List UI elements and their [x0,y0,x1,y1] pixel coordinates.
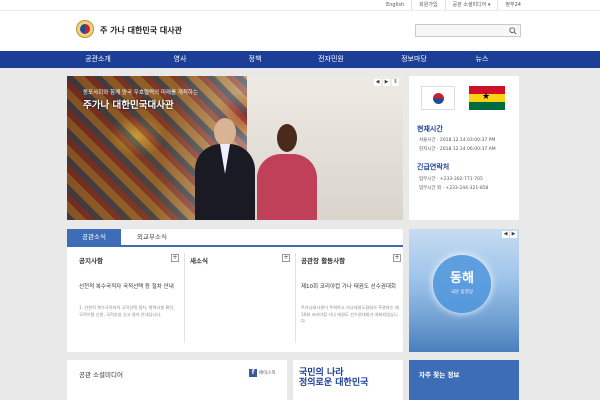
notice-column: 공지사항 + 선천적 복수국적자 국적선택 등 절차 안내 1. 선천적 복수국… [79,254,179,347]
embassy-emblem-icon[interactable] [76,20,94,38]
search-input[interactable] [415,24,521,37]
pause-slide-button[interactable]: Ⅱ [392,79,399,86]
social-media-panel: 공관 소셜미디어 f 페이스북 [67,360,287,400]
ambassador-column: 공관장 활동사항 + 제10회 코리아컵 가나 태권도 선수권대회 주가나대사관… [301,254,401,347]
frequent-info-panel: 자주 찾는 정보 [409,360,519,400]
seoul-time: 서울시간 · 2018.12.14 03:00:37 PM [419,138,496,143]
hero-controls: ◀ ▶ Ⅱ [374,79,399,86]
gov24-link[interactable]: 정부24 [497,0,528,11]
facebook-label[interactable]: 페이스북 [259,370,276,376]
side-info-panel: 현재시간 서울시간 · 2018.12.14 03:00:37 PM 현지시간 … [409,76,519,220]
emergency-title: 긴급연락처 [417,163,450,171]
notice-body[interactable]: 1. 선천적 복수국적자의 국적선택 절차, 병역사항 확인, 국적이탈 신청,… [79,305,179,318]
english-link[interactable]: English [379,0,411,11]
news-column: 새소식 + [190,254,290,347]
nav-item-e-civil[interactable]: 전자민원 [286,51,376,68]
promo-controls: ◀ ▶ [502,231,517,238]
slogan-banner[interactable]: 국민의 나라 정의로운 대한민국 [293,360,403,400]
social-media-dropdown[interactable]: 공관 소셜미디어 ▾ [444,0,498,11]
korea-flag-icon [421,86,455,110]
nav-item-news[interactable]: 뉴스 [437,51,527,68]
signup-link[interactable]: 회원가입 [411,0,444,11]
hero-person-guest [257,124,317,220]
promo-bubble: 동해 국문 동영상 [433,255,491,313]
banner-line1: 국민의 나라 [299,368,344,378]
site-header: 주 가나 대한민국 대사관 [0,11,600,51]
promo-subtitle: 국문 동영상 [450,290,474,295]
ambassador-title: 공관장 활동사항 [301,257,346,265]
more-ambassador-button[interactable]: + [393,254,401,262]
nav-item-about[interactable]: 공관소개 [53,51,143,68]
banner-text: 국민의 나라 정의로운 대한민국 [299,368,368,388]
hero-subtitle: 동포사회와 함께 양국 우호협력의 미래를 개척하는 [83,90,199,96]
promo-prev-button[interactable]: ◀ [502,231,509,238]
time-title: 현재시간 [417,125,443,133]
more-news-button[interactable]: + [282,254,290,262]
top-links: English 회원가입 공관 소셜미디어 ▾ 정부24 [379,0,528,11]
news-panel: 공관소식 외교부소식 공지사항 + 선천적 복수국적자 국적선택 등 절차 안내… [67,229,403,352]
hero-slider[interactable]: 동포사회와 함께 양국 우호협력의 미래를 개척하는 주가나 대한민국대사관 ◀… [67,76,403,220]
hero-person-ambassador [195,118,255,220]
emergency-work: 업무시간 · +233-302-771-705 [419,177,483,182]
local-time: 현지시간 · 2018.12.14 06:00:37 AM [419,147,496,152]
social-title: 공관 소셜미디어 [79,371,123,379]
banner-line2: 정의로운 대한민국 [299,378,369,388]
notice-headline[interactable]: 선천적 복수국적자 국적선택 등 절차 안내 [79,283,179,292]
tab-mofa-news[interactable]: 외교부소식 [121,229,183,245]
ambassador-headline[interactable]: 제10회 코리아컵 가나 태권도 선수권대회 [301,283,401,292]
notice-title: 공지사항 [79,257,103,265]
main-navigation: 공관소개 영사 정책 전자민원 정보마당 뉴스 [0,51,600,68]
hero-title: 주가나 대한민국대사관 [83,100,174,111]
ghana-flag-icon [469,86,505,110]
search-icon[interactable] [509,27,517,35]
promo-next-button[interactable]: ▶ [510,231,517,238]
ambassador-body[interactable]: 주가나대사관이 주최하고 가나태권도협회가 주관하는 제10회 코리아컵 가나 … [301,305,401,325]
emergency-after: 업무시간 외 · +233-244-321-858 [419,186,489,191]
tab-embassy-news[interactable]: 공관소식 [67,229,121,245]
east-sea-promo[interactable]: ◀ ▶ 동해 국문 동영상 [409,229,519,352]
news-title: 새소식 [190,257,208,265]
site-title[interactable]: 주 가나 대한민국 대사관 [100,25,182,36]
frequent-info-title: 자주 찾는 정보 [419,371,460,379]
prev-slide-button[interactable]: ◀ [374,79,381,86]
more-notice-button[interactable]: + [171,254,179,262]
top-utility-bar: English 회원가입 공관 소셜미디어 ▾ 정부24 [0,0,600,11]
promo-title: 동해 [450,271,474,286]
next-slide-button[interactable]: ▶ [383,79,390,86]
facebook-icon[interactable]: f [249,369,257,377]
